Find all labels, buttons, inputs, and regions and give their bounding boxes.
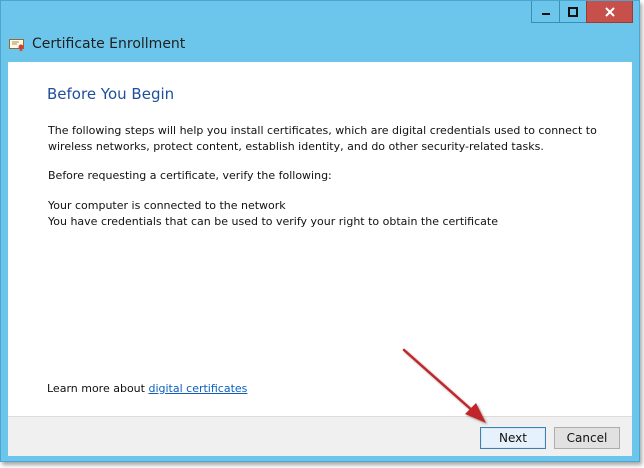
minimize-button[interactable] [531, 1, 559, 23]
page-heading: Before You Begin [47, 85, 175, 103]
button-bar: Next Cancel [8, 416, 632, 456]
maximize-button[interactable] [559, 1, 586, 23]
close-icon [604, 6, 615, 17]
maximize-icon [568, 6, 578, 17]
certificate-icon [9, 39, 24, 52]
intro-paragraph: The following steps will help you instal… [48, 124, 597, 153]
content-panel: Before You Begin The following steps wil… [8, 62, 632, 416]
requirement-item: Your computer is connected to the networ… [48, 199, 286, 212]
window-title: Certificate Enrollment [32, 36, 186, 52]
learn-more-prefix: Learn more about [47, 382, 149, 395]
learn-more-text: Learn more about digital certificates [47, 382, 247, 395]
cancel-button[interactable]: Cancel [554, 427, 620, 449]
window-controls [531, 1, 633, 23]
close-button[interactable] [586, 1, 633, 23]
verify-paragraph: Before requesting a certificate, verify … [48, 169, 332, 182]
certificate-enrollment-window: Certificate Enrollment Before You Begin … [0, 0, 640, 462]
next-button[interactable]: Next [480, 427, 546, 449]
title-bar: Certificate Enrollment [1, 1, 639, 61]
minimize-icon [541, 12, 550, 15]
requirement-item: You have credentials that can be used to… [48, 215, 498, 228]
digital-certificates-link[interactable]: digital certificates [148, 382, 247, 395]
requirements-list: Your computer is connected to the networ… [48, 198, 618, 230]
